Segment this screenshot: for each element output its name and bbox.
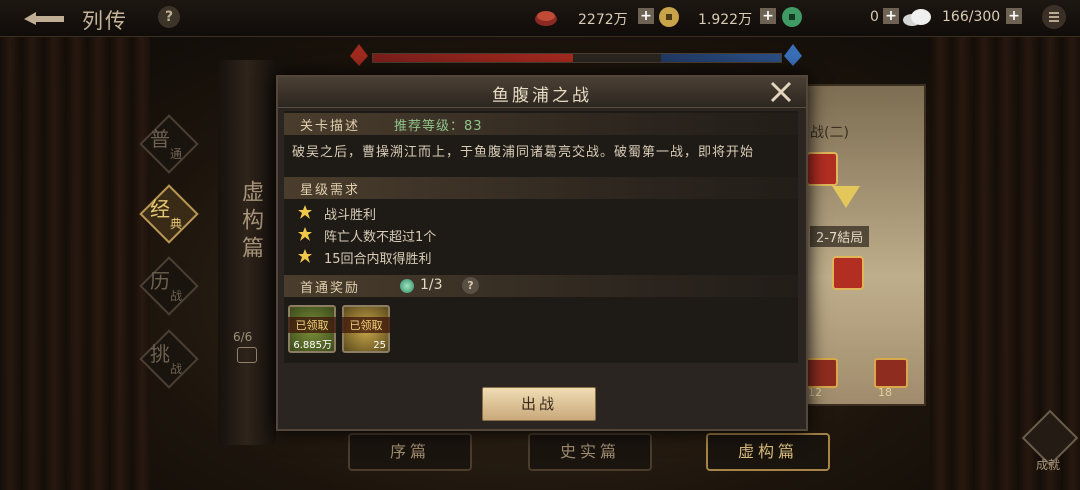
tab-prologue[interactable]: 序篇 [348,433,472,471]
chest-count: 12 [808,386,822,399]
copper-amount: 2272万 [578,12,628,28]
scroll-count: 6/6 [233,330,253,344]
stage-description: 破吴之后，曹操溯江而上，于鱼腹浦同诸葛亮交战。破蜀第一战，即将开始 [292,145,755,160]
game-scene: 列传 ? 2272万 + 1.922万 + 0 + 166/300 + 普 通 … [0,0,1080,490]
dialog-title: 鱼腹浦之战 [492,86,592,106]
jade-amount: 1.922万 [698,12,753,28]
claimed-label: 已领取 [288,317,336,333]
category-challenge[interactable]: 挑战 [139,329,199,389]
reward-item[interactable]: 已领取 25 [342,305,390,353]
red-bird-icon [350,44,368,66]
tab-history[interactable]: 史实篇 [528,433,652,471]
category-history[interactable]: 历战 [139,256,199,316]
condition-item: 战斗胜利 [324,208,377,223]
blue-bird-icon [784,44,802,66]
help-icon[interactable]: ? [158,6,180,28]
scroll-title: 虚构篇 [238,180,263,264]
category-classic[interactable]: 经典 [139,184,199,244]
battle-progress-bar [372,53,782,63]
reward-item[interactable]: 已领取 6.885万 [288,305,336,353]
reward-qty: 6.885万 [293,340,332,351]
description-section: 关卡描述 推荐等级：83 [284,113,798,135]
map-stage-label: 2-7結局 [810,226,870,247]
stage-map[interactable]: 战(二) 2-7結局 12 18 [790,84,926,406]
chest-icon[interactable] [804,358,838,388]
claimed-label: 已领取 [342,317,390,333]
stage-dialog: 鱼腹浦之战 关卡描述 推荐等级：83 破吴之后，曹操溯江而上，于鱼腹浦同诸葛亮交… [276,75,808,431]
gem-amount: 0 [870,9,879,25]
battle-marker-icon[interactable] [832,256,864,290]
reward-section: 首通奖励 1/3 ? [284,275,798,297]
dialog-body: 关卡描述 推荐等级：83 破吴之后，曹操溯江而上，于鱼腹浦同诸葛亮交战。破蜀第一… [284,111,798,363]
star-icon [298,205,312,219]
dialog-header: 鱼腹浦之战 [278,77,806,108]
stamina-amount: 166/300 [942,9,1001,25]
add-jade-button[interactable]: + [760,8,776,24]
reward-count: 1/3 [420,277,443,293]
jade-coin-icon [782,7,802,27]
condition-item: 阵亡人数不超过1个 [324,230,437,245]
achievement-label: 成就 [1036,458,1061,472]
reward-qty: 25 [373,340,386,351]
reward-help-icon[interactable]: ? [462,277,479,294]
tab-fiction[interactable]: 虚构篇 [706,433,830,471]
reward-label: 首通奖励 [300,281,361,296]
category-normal[interactable]: 普通 [139,114,199,174]
current-stage-arrow-icon [832,186,860,208]
fight-button[interactable]: 出战 [482,387,596,421]
add-copper-button[interactable]: + [638,8,654,24]
add-gem-button[interactable]: + [883,8,899,24]
chapter-scroll: 虚构篇 6/6 [218,60,276,445]
star-section: 星级需求 [284,177,798,199]
desc-label: 关卡描述 [300,119,361,134]
menu-icon[interactable] [1042,5,1066,29]
back-arrow-icon[interactable] [22,8,66,26]
star-icon [298,227,312,241]
chest-count: 18 [878,386,892,399]
star-icon [298,249,312,263]
scroll-box-icon [237,347,257,363]
stamina-cloud-icon [903,9,931,26]
recommend-level: 推荐等级：83 [394,119,483,134]
copper-coin-icon [535,11,557,26]
star-label: 星级需求 [300,183,361,198]
top-bar: 列传 ? 2272万 + 1.922万 + 0 + 166/300 + [0,0,1080,37]
battle-marker-icon[interactable] [806,152,838,186]
chest-icon[interactable] [874,358,908,388]
page-title: 列传 [82,9,128,33]
condition-item: 15回合内取得胜利 [324,252,432,267]
left-curtain [0,0,150,490]
map-title: 战(二) [810,125,849,141]
add-stamina-button[interactable]: + [1006,8,1022,24]
close-icon[interactable] [768,80,794,104]
reward-spiral-icon [400,279,414,293]
gold-coin-icon [659,7,679,27]
